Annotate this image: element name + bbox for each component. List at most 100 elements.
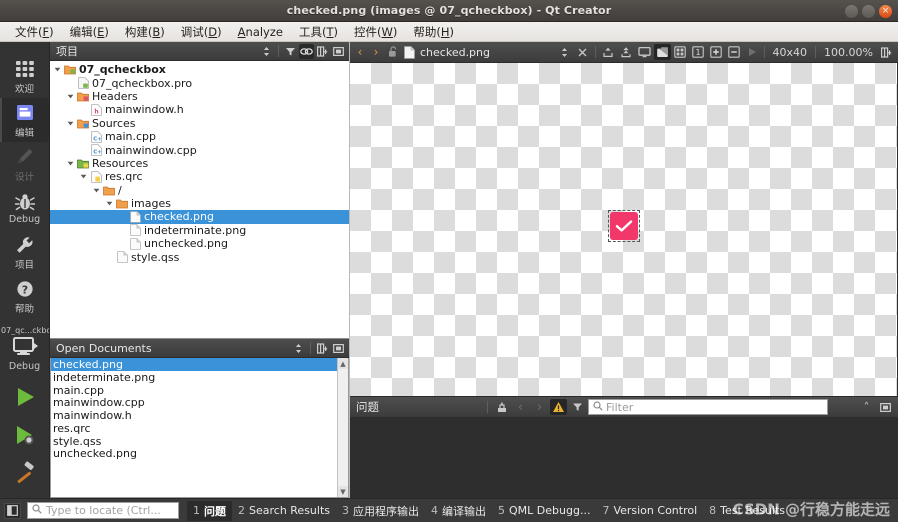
chevron-down-icon[interactable] [91, 187, 102, 194]
output-tab-3[interactable]: 3 应用程序输出 [336, 501, 425, 521]
run-button[interactable] [0, 378, 49, 416]
menu-item-3[interactable]: 调试(D) [174, 22, 229, 42]
open-document-style.qss[interactable]: style.qss [51, 435, 348, 448]
zoom-out-icon[interactable] [726, 44, 743, 60]
outline-grid-icon[interactable] [672, 44, 689, 60]
tree-item-main.cpp[interactable]: C+ main.cpp [50, 130, 349, 143]
menu-item-5[interactable]: 工具(T) [292, 22, 345, 42]
unlock-icon[interactable] [385, 46, 401, 58]
tree-item-unchecked.png[interactable]: unchecked.png [50, 237, 349, 250]
play-animation-icon[interactable] [744, 44, 761, 60]
sort-selector-icon[interactable] [291, 341, 306, 356]
clear-issues-icon[interactable] [493, 399, 510, 415]
zoom-in-icon[interactable] [708, 44, 725, 60]
chevron-down-icon[interactable] [52, 66, 63, 73]
menu-item-6[interactable]: 控件(W) [347, 22, 404, 42]
kit-project-label[interactable]: 07_qc...ckbox [0, 324, 49, 335]
toggle-sidebar-icon[interactable] [4, 502, 21, 519]
tree-item-/[interactable]: / [50, 184, 349, 197]
tree-item-07_qcheckbox[interactable]: 07_qcheckbox [50, 63, 349, 76]
mode-项目[interactable]: 项目 [0, 230, 49, 274]
open-documents-list[interactable]: checked.png indeterminate.png main.cpp main… [50, 358, 349, 498]
zoom-original-icon[interactable]: 1 [690, 44, 707, 60]
open-document-unchecked.png[interactable]: unchecked.png [51, 447, 348, 460]
tree-item-Resources[interactable]: Resources [50, 157, 349, 170]
warning-filter-icon[interactable] [550, 399, 567, 415]
menu-item-1[interactable]: 编辑(E) [63, 22, 116, 42]
filter-icon[interactable] [283, 44, 298, 59]
next-issue-icon[interactable]: › [531, 399, 548, 415]
tree-item-07_qcheckbox.pro[interactable]: 07_qcheckbox.pro [50, 76, 349, 90]
output-tab-1[interactable]: 1 问题 [187, 500, 232, 521]
tree-item-Headers[interactable]: Headers [50, 90, 349, 103]
output-tab-8[interactable]: 8 Test Results [703, 502, 791, 519]
maximize-button[interactable] [862, 4, 875, 18]
tree-item-style.qss[interactable]: style.qss [50, 250, 349, 264]
output-tab-5[interactable]: 5 QML Debugg... [492, 502, 596, 519]
tree-item-res.qrc[interactable]: res.qrc [50, 170, 349, 183]
tree-item-checked.png[interactable]: checked.png [50, 210, 349, 224]
scroll-up-icon[interactable]: ▲ [338, 358, 348, 369]
collapse-panel-icon[interactable]: ˄ [858, 399, 875, 415]
open-documents-scrollbar[interactable]: ▲ ▼ [337, 358, 348, 497]
filter-dropdown-icon[interactable] [569, 399, 586, 415]
open-document-mainwindow.cpp[interactable]: mainwindow.cpp [51, 396, 348, 409]
output-tab-2[interactable]: 2 Search Results [232, 502, 336, 519]
open-document-checked.png[interactable]: checked.png [51, 358, 348, 371]
tree-item-mainwindow.h[interactable]: h mainwindow.h [50, 103, 349, 116]
open-document-main.cpp[interactable]: main.cpp [51, 384, 348, 397]
chevron-down-icon[interactable] [104, 200, 115, 207]
debug-button[interactable] [0, 416, 49, 454]
output-tab-7[interactable]: 7 Version Control [596, 502, 703, 519]
zoom-level-label[interactable]: 100.00% [819, 46, 878, 59]
close-icon[interactable] [331, 44, 346, 59]
split-editor-icon[interactable] [878, 44, 895, 60]
tree-item-Sources[interactable]: Sources [50, 117, 349, 130]
scroll-down-icon[interactable]: ▼ [338, 486, 348, 497]
chevron-down-icon[interactable] [65, 160, 76, 167]
background-checkerboard-icon[interactable] [653, 44, 671, 60]
open-document-mainwindow.h[interactable]: mainwindow.h [51, 409, 348, 422]
chevron-down-icon[interactable] [65, 120, 76, 127]
sync-with-editor-icon[interactable] [299, 43, 314, 59]
image-selection-frame[interactable] [608, 210, 640, 242]
tree-item-mainwindow.cpp[interactable]: C+ mainwindow.cpp [50, 143, 349, 157]
build-button[interactable] [0, 454, 49, 492]
chevron-down-icon[interactable] [78, 173, 89, 180]
menu-item-7[interactable]: 帮助(H) [406, 22, 461, 42]
tree-item-indeterminate.png[interactable]: indeterminate.png [50, 224, 349, 237]
split-icon[interactable] [315, 44, 330, 59]
go-forward-icon[interactable]: › [369, 45, 383, 59]
fit-to-screen-icon[interactable] [636, 44, 653, 60]
mode-编辑[interactable]: 编辑 [0, 98, 49, 142]
issues-panel-body[interactable] [350, 418, 898, 498]
mode-欢迎[interactable]: 欢迎 [0, 54, 49, 98]
mode-帮助[interactable]: ? 帮助 [0, 274, 49, 318]
tree-item-images[interactable]: images [50, 197, 349, 210]
previous-issue-icon[interactable]: ‹ [512, 399, 529, 415]
open-document-indeterminate.png[interactable]: indeterminate.png [51, 371, 348, 384]
minimize-button[interactable] [845, 4, 858, 18]
close-icon[interactable] [331, 341, 346, 356]
sort-selector-icon[interactable] [259, 44, 274, 59]
menu-item-2[interactable]: 构建(B) [118, 22, 172, 42]
menu-item-4[interactable]: Analyze [231, 23, 290, 41]
chevron-down-icon[interactable] [65, 93, 76, 100]
locator-input[interactable]: Type to locate (Ctrl... [27, 502, 179, 519]
open-document-res.qrc[interactable]: res.qrc [51, 422, 348, 435]
mode-Debug[interactable]: Debug [0, 186, 49, 230]
project-tree[interactable]: 07_qcheckbox 07_qcheckbox.pro Headers h main… [50, 61, 349, 338]
close-document-icon[interactable] [574, 44, 591, 60]
export-icon[interactable] [600, 44, 617, 60]
go-back-icon[interactable]: ‹ [353, 45, 367, 59]
image-canvas[interactable] [350, 63, 898, 396]
maximize-panel-icon[interactable] [877, 399, 894, 415]
kit-selector[interactable]: Debug [0, 335, 49, 378]
split-icon[interactable] [315, 341, 330, 356]
close-button[interactable]: × [879, 4, 892, 18]
issues-filter-input[interactable]: Filter [588, 399, 828, 415]
output-tab-4[interactable]: 4 编译输出 [425, 501, 492, 521]
menu-item-0[interactable]: 文件(F) [8, 22, 61, 42]
document-selector-icon[interactable] [556, 44, 573, 60]
export-all-icon[interactable] [618, 44, 635, 60]
